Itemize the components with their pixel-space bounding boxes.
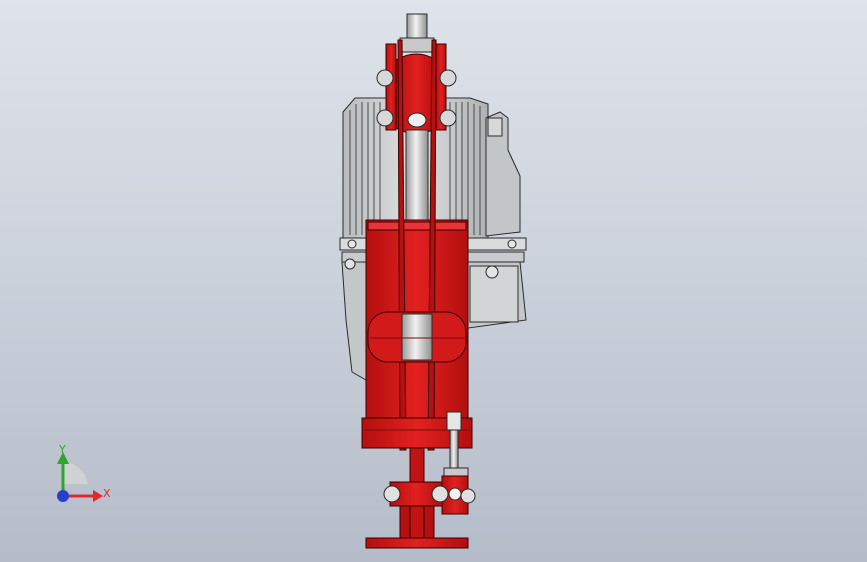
push-rod[interactable] [405, 129, 429, 226]
top-clevis[interactable] [376, 13, 457, 135]
base-plate[interactable] [365, 537, 469, 549]
lower-link[interactable] [383, 447, 476, 541]
triad-x-label: X [103, 487, 111, 500]
axis-triad-icon [57, 452, 103, 502]
graphics-viewport[interactable]: Y X [0, 0, 867, 562]
triad-y-label: Y [59, 443, 66, 456]
cad-model[interactable] [0, 0, 867, 562]
